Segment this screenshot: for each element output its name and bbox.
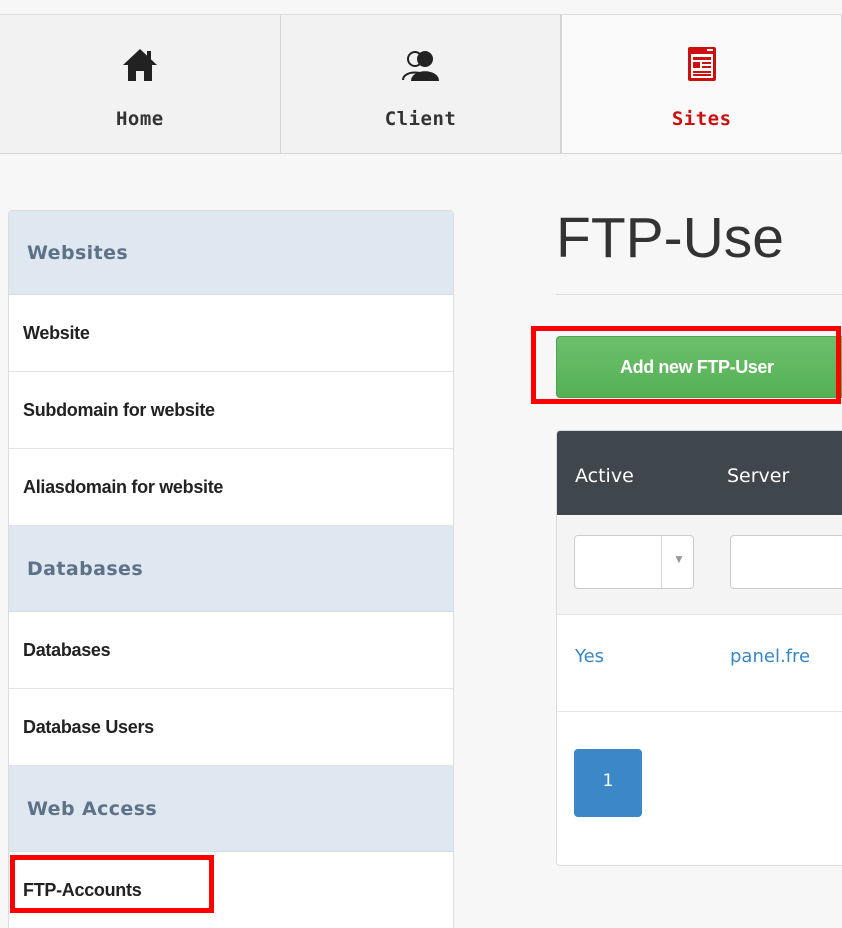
sidebar-section-databases: Databases [9,526,453,612]
sidebar-item-database-users[interactable]: Database Users [9,689,453,766]
sidebar-section-web-access: Web Access [9,766,453,852]
select-divider [661,536,662,588]
tab-client[interactable]: Client [280,14,562,154]
add-ftp-user-button[interactable]: Add new FTP-User [556,336,842,398]
column-header-active[interactable]: Active [575,465,634,487]
active-filter-select[interactable]: ▼ [574,535,694,589]
chevron-down-icon: ▼ [673,552,685,566]
tab-sites-label: Sites [671,108,732,130]
table-header: Active Server [557,431,842,515]
table-row[interactable]: Yes panel.fre [557,616,842,712]
sidebar-item-aliasdomain[interactable]: Aliasdomain for website [9,449,453,526]
sidebar-section-websites: Websites [9,211,453,295]
cell-active[interactable]: Yes [575,646,604,667]
tab-client-label: Client [384,108,457,130]
page-title: FTP-Use [556,206,784,270]
client-icon [401,34,441,82]
pagination-page-1[interactable]: 1 [574,749,642,817]
ftp-user-table-panel: Active Server ▼ Yes panel.fre 1 [556,430,842,866]
sidebar-item-subdomain[interactable]: Subdomain for website [9,372,453,449]
cell-server[interactable]: panel.fre [730,646,810,667]
top-navigation: Home Client Sites [0,14,842,154]
home-icon [122,34,158,82]
sidebar-item-ftp-accounts[interactable]: FTP-Accounts [9,852,453,928]
title-divider [556,294,842,295]
tab-home[interactable]: Home [0,14,281,154]
filter-row: ▼ [557,515,842,615]
server-filter-input[interactable] [730,535,842,589]
tab-home-label: Home [115,108,164,130]
sidebar: Websites Website Subdomain for website A… [8,210,454,928]
tab-sites[interactable]: Sites [561,14,842,154]
sidebar-item-databases[interactable]: Databases [9,612,453,689]
sites-icon [687,34,717,82]
sidebar-item-website[interactable]: Website [9,295,453,372]
column-header-server[interactable]: Server [727,465,789,487]
